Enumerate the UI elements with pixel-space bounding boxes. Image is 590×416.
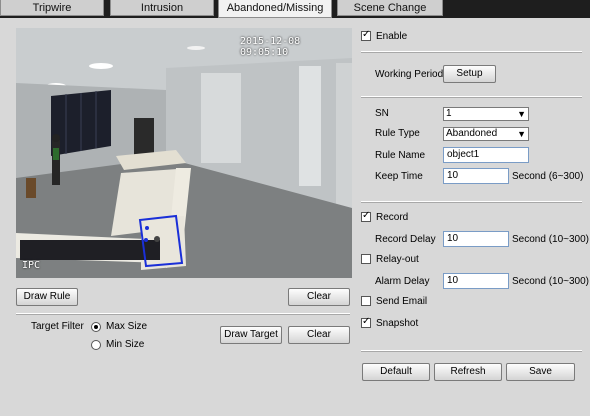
relay-out-checkbox[interactable] (361, 254, 371, 264)
draw-rule-button[interactable]: Draw Rule (16, 288, 78, 306)
sn-label: SN (375, 108, 389, 119)
keep-time-unit: Second (6~300) (512, 171, 584, 182)
right-separator-1 (361, 51, 582, 53)
rule-type-label: Rule Type (375, 128, 420, 139)
tab-scene-change[interactable]: Scene Change (337, 0, 443, 16)
enable-label: Enable (376, 31, 408, 42)
save-button[interactable]: Save (506, 363, 575, 381)
video-timestamp: 2015-12-08 09:05:10 (240, 36, 301, 58)
left-separator (16, 313, 350, 315)
right-separator-2 (361, 96, 582, 98)
camera-scene (16, 28, 352, 278)
record-label: Record (376, 212, 409, 223)
keep-time-input[interactable]: 10 (443, 168, 509, 184)
record-delay-input[interactable]: 10 (443, 231, 509, 247)
max-size-radio[interactable] (91, 322, 101, 332)
right-separator-3 (361, 201, 582, 203)
send-email-checkbox[interactable] (361, 296, 371, 306)
clear-target-button[interactable]: Clear (288, 326, 350, 344)
record-checkbox[interactable] (361, 210, 371, 222)
chevron-down-icon: ▼ (517, 109, 526, 119)
sn-value: 1 (446, 108, 452, 119)
keep-time-label: Keep Time (375, 171, 423, 182)
refresh-button[interactable]: Refresh (434, 363, 502, 381)
tab-tripwire[interactable]: Tripwire (0, 0, 104, 16)
rule-name-label: Rule Name (375, 150, 426, 161)
send-email-label: Send Email (376, 296, 428, 307)
snapshot-label: Snapshot (376, 318, 419, 329)
target-filter-label: Target Filter (31, 321, 84, 332)
alarm-delay-unit: Second (10~300) (512, 276, 590, 287)
setup-button[interactable]: Setup (443, 65, 496, 83)
video-preview[interactable]: 2015-12-08 09:05:10 IPC (16, 28, 352, 278)
right-separator-4 (361, 350, 582, 352)
min-size-radio[interactable] (91, 340, 101, 350)
min-size-label: Min Size (106, 339, 145, 350)
tab-abandoned-missing[interactable]: Abandoned/Missing (218, 0, 332, 18)
clear-rule-button[interactable]: Clear (288, 288, 350, 306)
alarm-delay-input[interactable]: 10 (443, 273, 509, 289)
relay-out-label: Relay-out (376, 254, 419, 265)
max-size-label: Max Size (106, 321, 148, 332)
chevron-down-icon: ▼ (517, 129, 526, 139)
record-delay-unit: Second (10~300) (512, 234, 590, 245)
rule-name-input[interactable]: object1 (443, 147, 529, 163)
sn-select[interactable]: 1 ▼ (443, 107, 529, 121)
default-button[interactable]: Default (362, 363, 430, 381)
record-delay-label: Record Delay (375, 234, 436, 245)
video-channel-label: IPC (22, 260, 41, 271)
rule-type-select[interactable]: Abandoned ▼ (443, 127, 529, 141)
enable-checkbox[interactable] (361, 29, 371, 41)
tab-bar: Tripwire Intrusion Abandoned/Missing Sce… (0, 0, 590, 18)
draw-target-button[interactable]: Draw Target (220, 326, 282, 344)
rule-type-value: Abandoned (446, 128, 498, 139)
tab-intrusion[interactable]: Intrusion (110, 0, 214, 16)
working-period-label: Working Period (375, 69, 444, 80)
alarm-delay-label: Alarm Delay (375, 276, 430, 287)
snapshot-checkbox[interactable] (361, 316, 371, 328)
